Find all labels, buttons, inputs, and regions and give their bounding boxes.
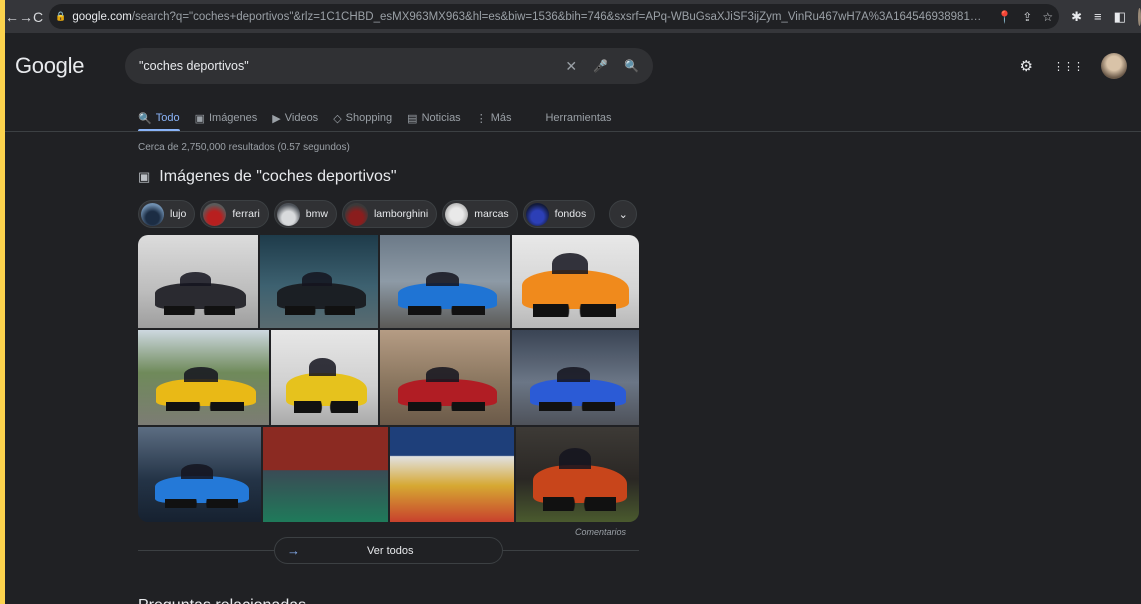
result-stats: Cerca de 2,750,000 resultados (0.57 segu…: [138, 142, 350, 153]
tab-label: Imágenes: [208, 112, 258, 124]
chip-label: marcas: [474, 208, 509, 220]
video-icon: ▶: [272, 112, 281, 125]
chip-bmw[interactable]: bmw: [273, 200, 337, 228]
tab-videos[interactable]: ▶ Videos: [272, 107, 318, 129]
view-all-label: Ver todos: [367, 544, 414, 557]
arrow-right-icon: →: [287, 543, 300, 558]
tab-shopping[interactable]: ◇ Shopping: [333, 107, 392, 129]
tab-label: Todo: [155, 112, 180, 124]
tab-news[interactable]: ▤ Noticias: [407, 107, 461, 129]
tools-button[interactable]: Herramientas: [545, 107, 611, 129]
chip-thumbnail: [141, 202, 164, 226]
reload-icon[interactable]: C: [33, 9, 43, 25]
forward-icon[interactable]: →: [19, 9, 33, 25]
image-result[interactable]: [271, 330, 378, 425]
tab-label: Videos: [284, 112, 319, 124]
chip-label: lamborghini: [373, 208, 429, 220]
image-filter-chips: lujo ferrari bmw lamborghini marcas fond…: [138, 200, 638, 228]
chip-label: bmw: [305, 208, 328, 220]
reading-list-icon[interactable]: ≡: [1094, 9, 1102, 24]
chip-thumbnail: [276, 202, 300, 226]
tab-label: Noticias: [421, 112, 461, 124]
address-bar[interactable]: 🔒 google.com /search?q="coches+deportivo…: [49, 4, 1060, 29]
search-tabs: 🔍 Todo ▣ Imágenes ▶ Videos ◇ Shopping ▤ …: [138, 107, 627, 132]
tab-label: Shopping: [345, 112, 393, 124]
image-result[interactable]: [380, 330, 510, 425]
chip-lamborghini[interactable]: lamborghini: [341, 200, 438, 228]
chip-thumbnail: [344, 202, 368, 226]
chip-label: ferrari: [232, 208, 260, 220]
image-result[interactable]: [380, 235, 510, 328]
apps-grid-icon[interactable]: ⋮⋮⋮: [1053, 60, 1084, 73]
image-result[interactable]: [138, 330, 269, 425]
browser-window: ← → C 🔒 google.com /search?q="coches+dep…: [5, 0, 1141, 604]
search-icon[interactable]: 🔍: [624, 59, 639, 73]
google-logo[interactable]: Google: [15, 53, 84, 79]
chip-label: lujo: [170, 208, 187, 220]
chip-thumbnail: [445, 202, 469, 226]
images-section-title[interactable]: ▣ Imágenes de "coches deportivos": [138, 168, 397, 186]
back-icon[interactable]: ←: [5, 9, 19, 25]
chip-ferrari[interactable]: ferrari: [200, 200, 269, 228]
url-path: /search?q="coches+deportivos"&rlz=1C1CHB…: [131, 10, 988, 23]
chip-label: fondos: [554, 208, 587, 220]
image-results-grid: [138, 235, 639, 522]
side-panel-icon[interactable]: ◧: [1114, 9, 1126, 25]
settings-gear-icon[interactable]: ⚙: [1020, 57, 1033, 75]
images-section-title-text: Imágenes de "coches deportivos": [159, 168, 397, 185]
image-result[interactable]: [260, 235, 378, 328]
news-icon: ▤: [407, 112, 418, 125]
image-icon: ▣: [138, 169, 151, 184]
image-result[interactable]: [516, 427, 639, 522]
share-icon[interactable]: ⇪: [1022, 10, 1032, 24]
url-host: google.com: [72, 10, 132, 23]
image-result[interactable]: [512, 330, 639, 425]
image-result[interactable]: [138, 235, 258, 328]
location-icon[interactable]: 📍: [997, 10, 1012, 24]
header-actions: ⚙ ⋮⋮⋮: [1000, 53, 1127, 79]
search-input[interactable]: "coches deportivos": [139, 59, 565, 73]
tag-icon: ◇: [333, 112, 342, 125]
view-all-button[interactable]: → Ver todos: [274, 537, 503, 564]
tab-more[interactable]: ⋮ Más: [476, 107, 512, 129]
tab-images[interactable]: ▣ Imágenes: [195, 107, 258, 129]
chip-fondos[interactable]: fondos: [522, 200, 596, 228]
related-questions-heading: Preguntas relacionadas: [138, 596, 438, 604]
account-avatar[interactable]: [1101, 53, 1127, 79]
lock-icon[interactable]: 🔒: [55, 11, 66, 22]
image-icon: ▣: [194, 112, 205, 125]
search-icon: 🔍: [138, 112, 152, 125]
chip-thumbnail: [525, 202, 549, 226]
chip-lujo[interactable]: lujo: [138, 200, 196, 228]
image-result[interactable]: [512, 235, 639, 328]
image-result[interactable]: [138, 427, 261, 522]
extension-icon[interactable]: ✱: [1071, 9, 1082, 25]
bookmark-star-icon[interactable]: ☆: [1042, 10, 1053, 24]
more-vertical-icon: ⋮: [475, 112, 487, 125]
image-result[interactable]: [390, 427, 514, 522]
divider: [5, 131, 1141, 132]
clear-icon[interactable]: ✕: [565, 58, 577, 75]
browser-toolbar: ← → C 🔒 google.com /search?q="coches+dep…: [5, 0, 1141, 33]
microphone-icon[interactable]: 🎤: [593, 59, 608, 73]
chip-marcas[interactable]: marcas: [442, 200, 518, 228]
chip-thumbnail: [203, 202, 227, 226]
image-result[interactable]: [263, 427, 388, 522]
chevron-down-icon[interactable]: ⌄: [609, 200, 638, 228]
search-box[interactable]: "coches deportivos" ✕ 🎤 🔍: [125, 48, 653, 84]
tab-all[interactable]: 🔍 Todo: [138, 107, 180, 132]
tab-label: Más: [490, 112, 512, 124]
feedback-link[interactable]: Comentarios: [575, 527, 626, 537]
